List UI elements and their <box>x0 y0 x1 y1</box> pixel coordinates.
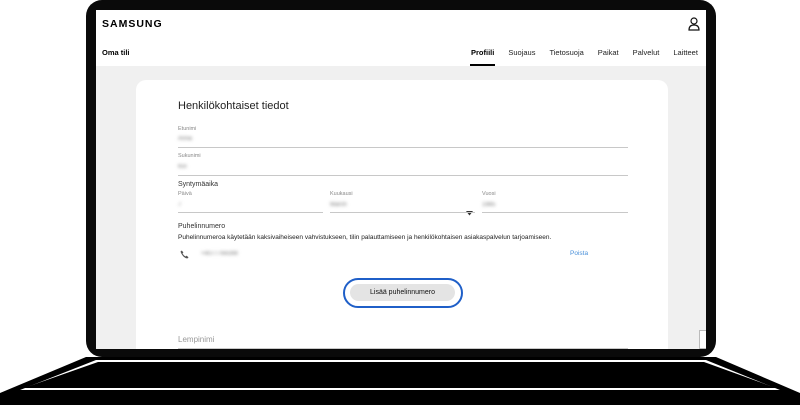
laptop-base <box>0 357 800 420</box>
samsung-logo[interactable]: SAMSUNG <box>102 18 163 30</box>
day-field[interactable] <box>178 212 323 213</box>
year-value: 1985 <box>482 202 496 208</box>
account-nav: Oma tili Profiili Suojaus Tietosuoja Pai… <box>96 40 706 66</box>
last-name-label: Sukunimi <box>178 153 201 159</box>
tab-privacy[interactable]: Tietosuoja <box>542 40 590 66</box>
first-name-field[interactable] <box>178 147 628 148</box>
month-value: March <box>330 202 347 208</box>
nickname-field[interactable] <box>178 348 628 349</box>
scrollbar[interactable] <box>699 330 706 349</box>
day-label: Päivä <box>178 191 192 197</box>
personal-info-card: Henkilökohtaiset tiedot Etunimi Anna Suk… <box>136 80 668 349</box>
phone-number: +4077764399 <box>201 251 238 257</box>
section-title: Henkilökohtaiset tiedot <box>178 100 289 112</box>
tab-services[interactable]: Palvelut <box>626 40 667 66</box>
month-select[interactable] <box>330 212 475 213</box>
last-name-field[interactable] <box>178 175 628 176</box>
browser-screen: SAMSUNG Oma tili Profiili Suojaus Tietos… <box>96 10 706 349</box>
add-phone-highlight: Lisää puhelinnumero <box>343 278 463 308</box>
year-field[interactable] <box>482 212 628 213</box>
account-title: Oma tili <box>102 48 130 57</box>
tab-places[interactable]: Paikat <box>591 40 626 66</box>
tab-bar: Profiili Suojaus Tietosuoja Paikat Palve… <box>464 40 705 66</box>
month-label: Kuukausi <box>330 191 353 197</box>
remove-phone-link[interactable]: Poista <box>570 250 588 257</box>
day-value: 7 <box>178 202 182 208</box>
last-name-value: Kiri <box>178 164 187 170</box>
tab-devices[interactable]: Laitteet <box>666 40 705 66</box>
phone-label: Puhelinnumero <box>178 223 226 230</box>
phone-icon <box>180 250 189 259</box>
nickname-label: Lempinimi <box>178 335 215 344</box>
phone-help-text: Puhelinnumeroa käytetään kaksivaiheiseen… <box>178 234 552 241</box>
user-icon[interactable] <box>688 17 700 31</box>
tab-security[interactable]: Suojaus <box>501 40 542 66</box>
birthdate-label: Syntymäaika <box>178 181 219 188</box>
first-name-label: Etunimi <box>178 126 197 132</box>
tab-profile[interactable]: Profiili <box>464 40 501 66</box>
add-phone-button[interactable]: Lisää puhelinnumero <box>350 284 455 301</box>
first-name-value: Anna <box>178 136 193 142</box>
top-bar: SAMSUNG <box>96 10 706 40</box>
year-label: Vuosi <box>482 191 496 197</box>
